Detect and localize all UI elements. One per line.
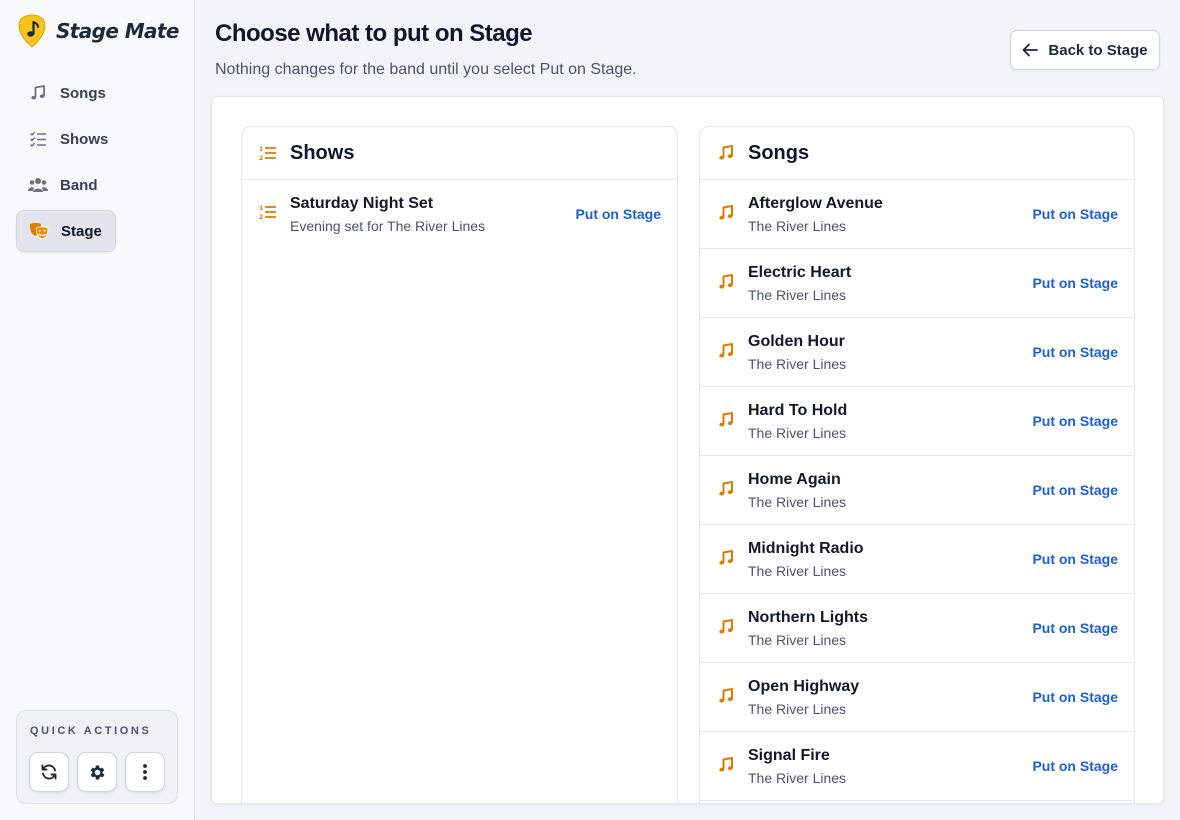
songs-panel-header: Songs bbox=[700, 127, 1134, 180]
sidebar-item-label: Songs bbox=[60, 84, 106, 102]
song-row[interactable]: Golden Hour The River Lines Put on Stage bbox=[700, 318, 1134, 387]
show-subtitle: Evening set for The River Lines bbox=[290, 218, 486, 234]
put-on-stage-button[interactable]: Put on Stage bbox=[1032, 482, 1118, 498]
put-on-stage-button[interactable]: Put on Stage bbox=[1032, 758, 1118, 774]
page-title: Choose what to put on Stage bbox=[215, 20, 533, 47]
song-row[interactable]: Signal Fire The River Lines Put on Stage bbox=[700, 732, 1134, 801]
svg-text:2: 2 bbox=[259, 214, 263, 220]
numbered-list-icon: 12 bbox=[259, 204, 277, 222]
app-name: Stage Mate bbox=[56, 19, 179, 43]
shows-panel: 12 Shows 12 Saturday Night Set Evening s… bbox=[241, 126, 678, 803]
song-row[interactable]: Midnight Radio The River Lines Put on St… bbox=[700, 525, 1134, 594]
brand[interactable]: Stage Mate bbox=[18, 14, 179, 48]
song-title: Afterglow Avenue bbox=[748, 195, 883, 212]
music-note-icon bbox=[717, 411, 735, 429]
song-row[interactable]: Electric Heart The River Lines Put on St… bbox=[700, 249, 1134, 318]
back-to-stage-label: Back to Stage bbox=[1048, 41, 1148, 59]
arrow-left-icon bbox=[1022, 43, 1039, 57]
music-note-icon bbox=[717, 273, 735, 291]
put-on-stage-button[interactable]: Put on Stage bbox=[1032, 551, 1118, 567]
page-subtitle: Nothing changes for the band until you s… bbox=[215, 61, 637, 78]
svg-text:2: 2 bbox=[259, 155, 263, 161]
song-artist: The River Lines bbox=[748, 218, 847, 234]
refresh-icon bbox=[41, 764, 57, 780]
refresh-button[interactable] bbox=[29, 752, 69, 792]
music-note-icon bbox=[717, 144, 735, 162]
song-artist: The River Lines bbox=[748, 770, 847, 786]
svg-text:1: 1 bbox=[259, 205, 263, 212]
music-note-icon bbox=[717, 687, 735, 705]
put-on-stage-button[interactable]: Put on Stage bbox=[1032, 206, 1118, 222]
song-row[interactable]: Hard To Hold The River Lines Put on Stag… bbox=[700, 387, 1134, 456]
music-note-icon bbox=[717, 549, 735, 567]
svg-text:1: 1 bbox=[259, 146, 263, 153]
sidebar-item-label: Stage bbox=[61, 222, 102, 240]
sidebar: Stage Mate Songs Shows Band Stage QUICK … bbox=[0, 0, 195, 820]
list-check-icon bbox=[28, 129, 48, 149]
music-note-icon bbox=[717, 756, 735, 774]
song-artist: The River Lines bbox=[748, 287, 847, 303]
put-on-stage-button[interactable]: Put on Stage bbox=[1032, 275, 1118, 291]
theater-masks-icon bbox=[29, 221, 49, 241]
gear-icon bbox=[90, 765, 104, 779]
song-title: Hard To Hold bbox=[748, 402, 848, 419]
song-title: Midnight Radio bbox=[748, 540, 864, 557]
numbered-list-icon: 12 bbox=[259, 144, 277, 162]
song-title: Electric Heart bbox=[748, 264, 852, 281]
music-note-icon bbox=[28, 83, 48, 103]
guitar-pick-logo-icon bbox=[18, 14, 46, 48]
more-button[interactable] bbox=[125, 752, 165, 792]
song-title: Golden Hour bbox=[748, 333, 845, 350]
sidebar-item-shows[interactable]: Shows bbox=[16, 118, 181, 160]
songs-panel-title: Songs bbox=[748, 141, 810, 164]
music-note-icon bbox=[717, 342, 735, 360]
song-row[interactable]: Home Again The River Lines Put on Stage bbox=[700, 456, 1134, 525]
put-on-stage-button[interactable]: Put on Stage bbox=[1032, 620, 1118, 636]
put-on-stage-button[interactable]: Put on Stage bbox=[1032, 344, 1118, 360]
sidebar-item-songs[interactable]: Songs bbox=[16, 72, 181, 114]
back-to-stage-button[interactable]: Back to Stage bbox=[1010, 30, 1160, 70]
song-artist: The River Lines bbox=[748, 494, 847, 510]
song-row[interactable]: Northern Lights The River Lines Put on S… bbox=[700, 594, 1134, 663]
song-artist: The River Lines bbox=[748, 632, 847, 648]
put-on-stage-button[interactable]: Put on Stage bbox=[1032, 689, 1118, 705]
shows-panel-header: 12 Shows bbox=[242, 127, 677, 180]
song-row[interactable]: Afterglow Avenue The River Lines Put on … bbox=[700, 180, 1134, 249]
music-note-icon bbox=[717, 618, 735, 636]
put-on-stage-button[interactable]: Put on Stage bbox=[1032, 413, 1118, 429]
put-on-stage-button[interactable]: Put on Stage bbox=[575, 206, 661, 222]
show-row[interactable]: 12 Saturday Night Set Evening set for Th… bbox=[242, 180, 677, 249]
music-note-icon bbox=[717, 204, 735, 222]
sidebar-nav: Songs Shows Band Stage bbox=[16, 72, 181, 256]
song-artist: The River Lines bbox=[748, 356, 847, 372]
users-icon bbox=[28, 175, 48, 195]
more-vertical-icon bbox=[143, 764, 147, 780]
song-row[interactable]: Open Highway The River Lines Put on Stag… bbox=[700, 663, 1134, 732]
sidebar-item-label: Band bbox=[60, 176, 98, 194]
music-note-icon bbox=[717, 480, 735, 498]
sidebar-item-label: Shows bbox=[60, 130, 109, 148]
settings-button[interactable] bbox=[77, 752, 117, 792]
songs-panel: Songs Afterglow Avenue The River Lines P… bbox=[699, 126, 1135, 803]
sidebar-item-stage[interactable]: Stage bbox=[16, 210, 116, 252]
quick-actions-title: QUICK ACTIONS bbox=[30, 725, 152, 737]
show-title: Saturday Night Set bbox=[290, 195, 434, 212]
song-artist: The River Lines bbox=[748, 425, 847, 441]
content-card: 12 Shows 12 Saturday Night Set Evening s… bbox=[211, 96, 1164, 804]
song-artist: The River Lines bbox=[748, 563, 847, 579]
song-list: Afterglow Avenue The River Lines Put on … bbox=[700, 180, 1134, 801]
song-artist: The River Lines bbox=[748, 701, 847, 717]
song-title: Home Again bbox=[748, 471, 841, 488]
song-title: Northern Lights bbox=[748, 609, 868, 626]
quick-actions-panel: QUICK ACTIONS bbox=[16, 710, 178, 804]
shows-panel-title: Shows bbox=[290, 141, 355, 164]
sidebar-item-band[interactable]: Band bbox=[16, 164, 181, 206]
song-title: Open Highway bbox=[748, 678, 860, 695]
song-title: Signal Fire bbox=[748, 747, 830, 764]
